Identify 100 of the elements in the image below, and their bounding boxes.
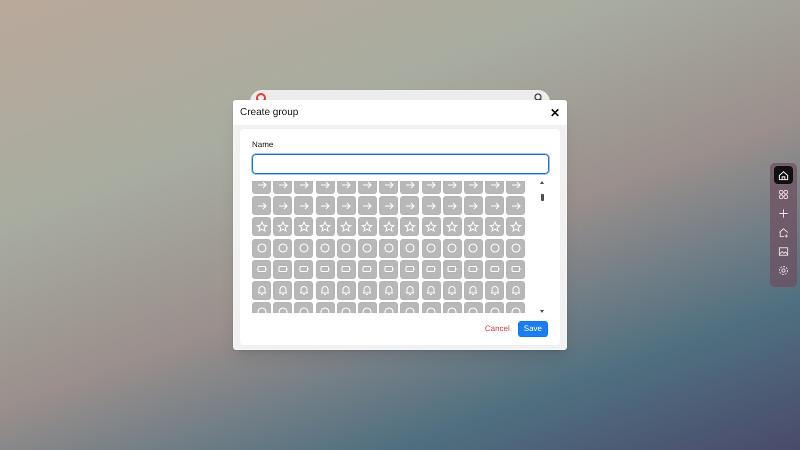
circle-icon xyxy=(402,241,417,256)
icon-option[interactable] xyxy=(252,196,271,216)
star-icon xyxy=(382,220,396,234)
icon-option[interactable] xyxy=(316,280,335,300)
bell-icon xyxy=(424,283,438,298)
icon-option[interactable] xyxy=(379,260,398,279)
icon-option[interactable] xyxy=(485,181,504,194)
close-button[interactable]: ✕ xyxy=(550,106,560,118)
icon-option[interactable] xyxy=(379,217,398,236)
icon-option[interactable] xyxy=(422,238,440,258)
icon-option[interactable] xyxy=(358,238,377,258)
icon-option[interactable] xyxy=(506,181,526,194)
icon-option[interactable] xyxy=(485,280,504,300)
icon-option[interactable] xyxy=(379,280,398,300)
icon-option[interactable] xyxy=(252,260,271,279)
icon-option[interactable] xyxy=(506,280,526,300)
icon-option[interactable] xyxy=(336,280,356,300)
dock-button[interactable] xyxy=(774,166,793,184)
icon-option[interactable] xyxy=(422,196,440,216)
icon-option[interactable] xyxy=(294,196,314,216)
icon-option[interactable] xyxy=(336,217,356,236)
icon-option[interactable] xyxy=(316,217,335,236)
icon-option[interactable] xyxy=(506,260,526,279)
icon-option[interactable] xyxy=(485,217,504,236)
icon-option[interactable] xyxy=(442,280,462,300)
icon-option[interactable] xyxy=(252,238,271,258)
icon-option[interactable] xyxy=(294,238,314,258)
name-field[interactable] xyxy=(252,154,549,174)
icon-option[interactable] xyxy=(358,217,377,236)
star-icon xyxy=(339,220,354,234)
icon-option[interactable] xyxy=(506,196,526,216)
icon-option[interactable] xyxy=(442,181,462,194)
icon-option[interactable] xyxy=(442,196,462,216)
icon-option[interactable] xyxy=(485,260,504,279)
save-button[interactable]: Save xyxy=(518,321,548,337)
icon-option[interactable] xyxy=(422,217,440,236)
icon-option[interactable] xyxy=(336,196,356,216)
icon-option[interactable] xyxy=(358,260,377,279)
icon-option[interactable] xyxy=(252,280,271,300)
icon-option[interactable] xyxy=(464,181,483,194)
star-icon xyxy=(254,220,268,234)
icon-option[interactable] xyxy=(400,260,420,279)
icon-option[interactable] xyxy=(273,181,292,194)
icon-option[interactable] xyxy=(294,260,314,279)
icon-option[interactable] xyxy=(336,238,356,258)
circle-icon xyxy=(445,241,460,256)
house-plus-icon xyxy=(777,226,790,238)
icon-option[interactable] xyxy=(400,217,420,236)
star-icon xyxy=(402,220,417,234)
icon-option[interactable] xyxy=(336,181,356,194)
icon-option[interactable] xyxy=(464,238,483,258)
icon-option[interactable] xyxy=(464,260,483,279)
icon-option[interactable] xyxy=(336,260,356,279)
icon-option[interactable] xyxy=(379,181,398,194)
image-icon xyxy=(777,244,790,258)
cancel-button[interactable]: Cancel xyxy=(484,321,510,337)
icon-option[interactable] xyxy=(273,196,292,216)
icon-option[interactable] xyxy=(400,196,420,216)
icon-option[interactable] xyxy=(400,181,420,194)
star-icon xyxy=(508,220,523,234)
dialog-title: Create group xyxy=(240,106,298,120)
icon-option[interactable] xyxy=(316,260,335,279)
icon-option[interactable] xyxy=(358,181,377,194)
icon-option[interactable] xyxy=(485,196,504,216)
icon-option[interactable] xyxy=(400,280,420,300)
icon-option[interactable] xyxy=(252,217,271,236)
icon-option[interactable] xyxy=(316,238,335,258)
icon-option[interactable] xyxy=(294,181,314,194)
icon-option[interactable] xyxy=(400,238,420,258)
circle-icon xyxy=(382,241,396,256)
icon-option[interactable] xyxy=(358,196,377,216)
icon-option[interactable] xyxy=(316,196,335,216)
icon-option[interactable] xyxy=(442,217,462,236)
circle-icon xyxy=(466,241,480,256)
icon-option[interactable] xyxy=(379,196,398,216)
star-icon xyxy=(424,220,438,234)
icon-option[interactable] xyxy=(464,196,483,216)
icon-option[interactable] xyxy=(422,260,440,279)
icon-option[interactable] xyxy=(294,217,314,236)
settings-icon xyxy=(777,264,790,276)
star-icon xyxy=(360,220,374,234)
icon-option[interactable] xyxy=(273,238,292,258)
circle-icon xyxy=(276,241,290,256)
icon-option[interactable] xyxy=(316,181,335,194)
icon-option[interactable] xyxy=(442,238,462,258)
icon-option[interactable] xyxy=(294,280,314,300)
icon-option[interactable] xyxy=(273,260,292,279)
icon-option[interactable] xyxy=(422,280,440,300)
icon-option[interactable] xyxy=(464,280,483,300)
icon-option[interactable] xyxy=(358,280,377,300)
icon-option[interactable] xyxy=(464,217,483,236)
icon-option[interactable] xyxy=(506,217,526,236)
icon-option[interactable] xyxy=(485,238,504,258)
icon-option[interactable] xyxy=(442,260,462,279)
icon-option[interactable] xyxy=(379,238,398,258)
icon-option[interactable] xyxy=(273,280,292,300)
circle-icon xyxy=(318,241,332,256)
icon-option[interactable] xyxy=(273,217,292,236)
icon-option[interactable] xyxy=(506,238,526,258)
circle-icon xyxy=(339,241,354,256)
